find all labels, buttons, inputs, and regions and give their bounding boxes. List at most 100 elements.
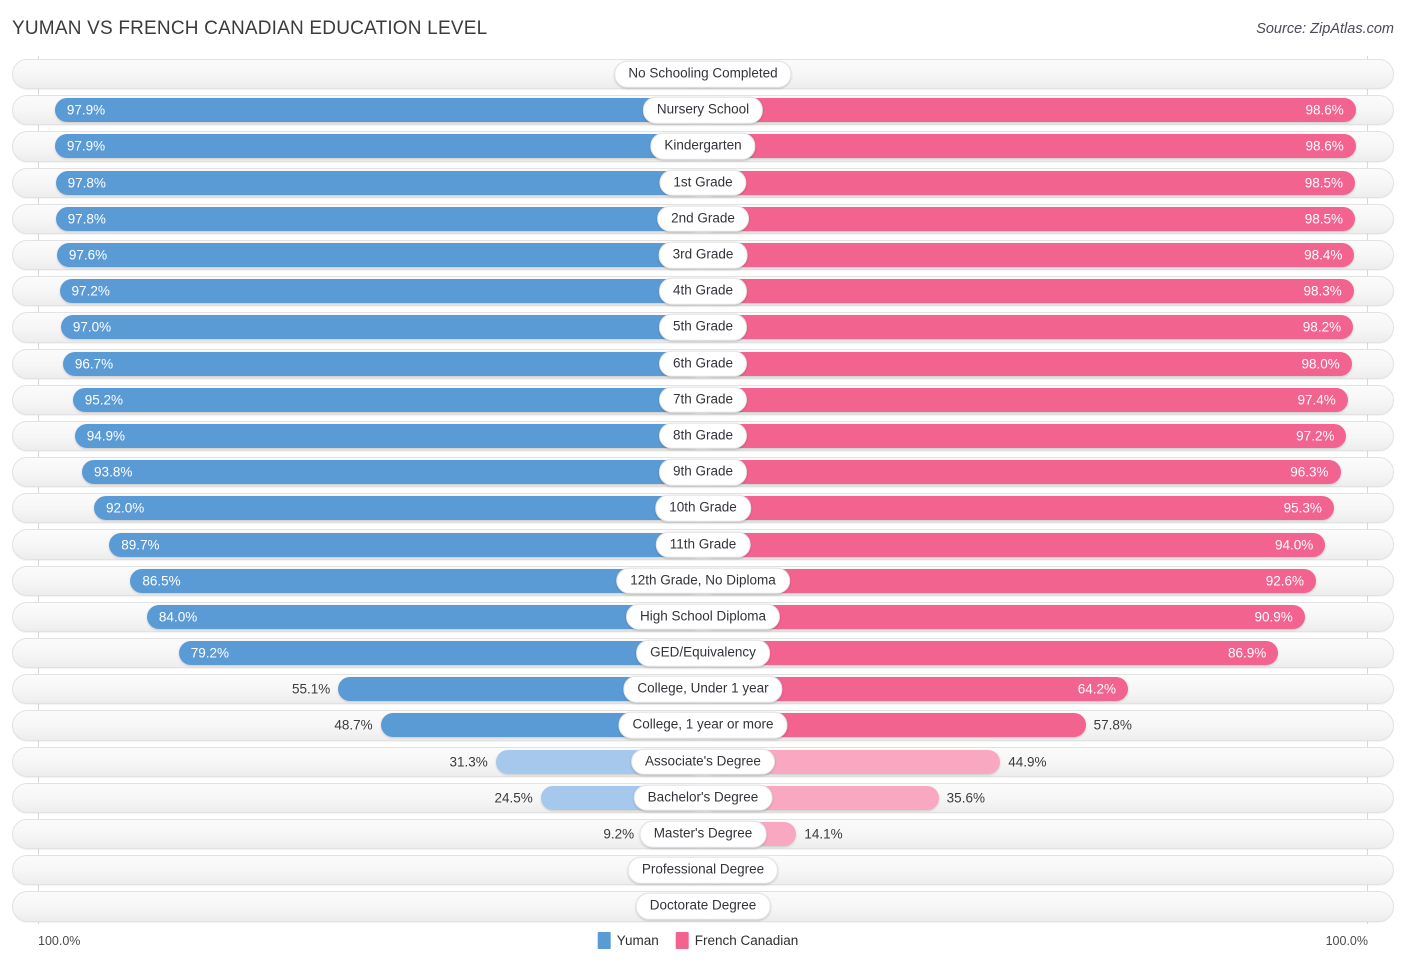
category-label[interactable]: No Schooling Completed <box>614 60 792 88</box>
bar-french-canadian[interactable]: 96.3% <box>703 460 1341 485</box>
category-label[interactable]: 7th Grade <box>658 386 748 414</box>
bar-value-yuman: 97.9% <box>66 102 106 118</box>
bar-value-yuman: 95.2% <box>84 392 124 408</box>
bar-yuman[interactable]: 79.2% <box>178 641 703 666</box>
bar-value-french-canadian: 98.0% <box>1301 355 1340 371</box>
category-label[interactable]: 5th Grade <box>658 314 748 341</box>
chart-row: 3.3%4.0%Professional Degree <box>8 852 1398 888</box>
bar-value-yuman: 84.0% <box>158 609 198 625</box>
category-label[interactable]: High School Diploma <box>625 603 781 631</box>
legend-item-yuman[interactable]: Yuman <box>597 932 659 949</box>
bar-value-yuman: 31.3% <box>449 753 488 769</box>
bar-french-canadian[interactable]: 98.5% <box>703 206 1356 231</box>
category-label[interactable]: 9th Grade <box>658 458 748 486</box>
bar-value-yuman: 97.6% <box>68 247 108 263</box>
chart-row: 86.5% 92.6% 12th Grade, No Diploma <box>8 563 1398 599</box>
bar-value-yuman: 48.7% <box>334 717 373 733</box>
bar-value-yuman: 93.8% <box>94 464 133 480</box>
chart-row: 89.7% 94.0% 11th Grade <box>8 526 1398 562</box>
bar-french-canadian[interactable]: 94.0% <box>703 532 1326 557</box>
bar-french-canadian[interactable]: 98.5% <box>703 170 1356 195</box>
category-label[interactable]: Associate's Degree <box>631 748 775 775</box>
chart-row: 93.8% 96.3% 9th Grade <box>8 454 1398 490</box>
category-label[interactable]: Master's Degree <box>639 820 767 848</box>
bar-value-french-canadian: 97.4% <box>1297 392 1336 408</box>
bar-french-canadian[interactable]: 97.2% <box>703 423 1347 448</box>
bar-value-french-canadian: 98.2% <box>1302 319 1342 335</box>
bar-value-french-canadian: 92.6% <box>1265 572 1304 588</box>
legend-item-french-canadian[interactable]: French Canadian <box>675 932 798 949</box>
bar-yuman[interactable]: 96.7% <box>62 351 703 376</box>
category-label[interactable]: 8th Grade <box>658 422 748 450</box>
bar-value-french-canadian: 94.0% <box>1274 536 1314 552</box>
bar-value-yuman: 97.2% <box>71 283 110 299</box>
axis-max-right: 100.0% <box>1325 934 1368 948</box>
bar-value-french-canadian: 98.5% <box>1304 174 1344 190</box>
bar-value-french-canadian: 98.6% <box>1305 138 1344 154</box>
bar-yuman[interactable]: 97.6% <box>56 243 703 268</box>
category-label[interactable]: Doctorate Degree <box>635 893 771 920</box>
bar-french-canadian[interactable]: 95.3% <box>703 496 1334 521</box>
bar-yuman[interactable]: 89.7% <box>109 532 703 557</box>
bar-yuman[interactable]: 94.9% <box>74 423 703 448</box>
category-label[interactable]: 11th Grade <box>655 531 751 558</box>
category-label[interactable]: 4th Grade <box>658 277 748 305</box>
chart-row: 95.2% 97.4% 7th Grade <box>8 382 1398 418</box>
bar-yuman[interactable]: 97.8% <box>55 170 703 195</box>
bar-value-yuman: 9.2% <box>603 826 635 842</box>
legend-swatch-french-canadian <box>675 932 689 949</box>
bar-value-yuman: 79.2% <box>190 645 229 661</box>
category-label[interactable]: College, Under 1 year <box>623 676 783 703</box>
category-label[interactable]: 3rd Grade <box>658 241 748 269</box>
bar-value-french-canadian: 35.6% <box>946 790 985 806</box>
bar-yuman[interactable]: 97.9% <box>54 134 703 159</box>
bar-value-french-canadian: 14.1% <box>804 826 843 842</box>
bar-value-french-canadian: 95.3% <box>1283 500 1322 516</box>
bar-french-canadian[interactable]: 86.9% <box>703 641 1279 666</box>
bar-french-canadian[interactable]: 92.6% <box>703 568 1316 593</box>
chart-row: 31.3% 44.9% Associate's Degree <box>8 744 1398 780</box>
category-label[interactable]: College, 1 year or more <box>618 712 788 739</box>
bar-yuman[interactable]: 95.2% <box>72 387 703 412</box>
page-header: YUMAN VS FRENCH CANADIAN EDUCATION LEVEL… <box>0 0 1406 56</box>
bar-french-canadian[interactable]: 98.3% <box>703 279 1354 304</box>
bar-yuman[interactable]: 93.8% <box>82 460 703 485</box>
bar-yuman[interactable]: 97.9% <box>54 98 703 123</box>
bar-yuman[interactable]: 84.0% <box>146 604 703 629</box>
diverging-bar-chart: 2.5%1.5%No Schooling Completed 97.9% 98.6%… <box>8 56 1398 924</box>
bar-yuman[interactable]: 92.0% <box>93 496 703 521</box>
source-attribution: Source: ZipAtlas.com <box>1256 21 1394 37</box>
bar-value-yuman: 24.5% <box>494 790 533 806</box>
bar-value-yuman: 97.0% <box>72 319 112 335</box>
category-label[interactable]: Bachelor's Degree <box>633 784 773 812</box>
category-label[interactable]: 12th Grade, No Diploma <box>616 567 790 594</box>
bar-yuman[interactable]: 97.0% <box>60 315 703 340</box>
bar-french-canadian[interactable]: 98.0% <box>703 351 1352 376</box>
bar-french-canadian[interactable]: 90.9% <box>703 604 1305 629</box>
bar-value-yuman: 97.8% <box>67 211 106 227</box>
category-label[interactable]: 2nd Grade <box>657 205 749 233</box>
axis-max-left: 100.0% <box>38 934 81 948</box>
bar-french-canadian[interactable]: 98.6% <box>703 134 1356 159</box>
category-label[interactable]: Kindergarten <box>650 133 756 160</box>
bar-french-canadian[interactable]: 98.6% <box>703 98 1356 123</box>
bar-french-canadian[interactable]: 98.2% <box>703 315 1354 340</box>
category-label[interactable]: Professional Degree <box>627 856 779 884</box>
category-label[interactable]: Nursery School <box>642 97 764 124</box>
category-label[interactable]: 6th Grade <box>658 350 748 377</box>
bar-french-canadian[interactable]: 97.4% <box>703 387 1348 412</box>
chart-row: 97.0% 98.2% 5th Grade <box>8 309 1398 345</box>
bar-yuman[interactable]: 97.2% <box>59 279 703 304</box>
chart-row: 84.0% 90.9% High School Diploma <box>8 599 1398 635</box>
category-label[interactable]: 1st Grade <box>659 169 747 196</box>
bar-yuman[interactable]: 97.8% <box>55 206 703 231</box>
chart-row: 2.5%1.5%No Schooling Completed <box>8 56 1398 92</box>
category-label[interactable]: GED/Equivalency <box>636 639 770 667</box>
bar-value-yuman: 97.8% <box>67 174 106 190</box>
bar-value-yuman: 55.1% <box>291 681 331 697</box>
chart-row: 97.6% 98.4% 3rd Grade <box>8 237 1398 273</box>
bar-french-canadian[interactable]: 98.4% <box>703 243 1355 268</box>
category-label[interactable]: 10th Grade <box>655 495 751 522</box>
bar-value-french-canadian: 57.8% <box>1093 717 1132 733</box>
chart-row: 1.5%1.8%Doctorate Degree <box>8 888 1398 924</box>
